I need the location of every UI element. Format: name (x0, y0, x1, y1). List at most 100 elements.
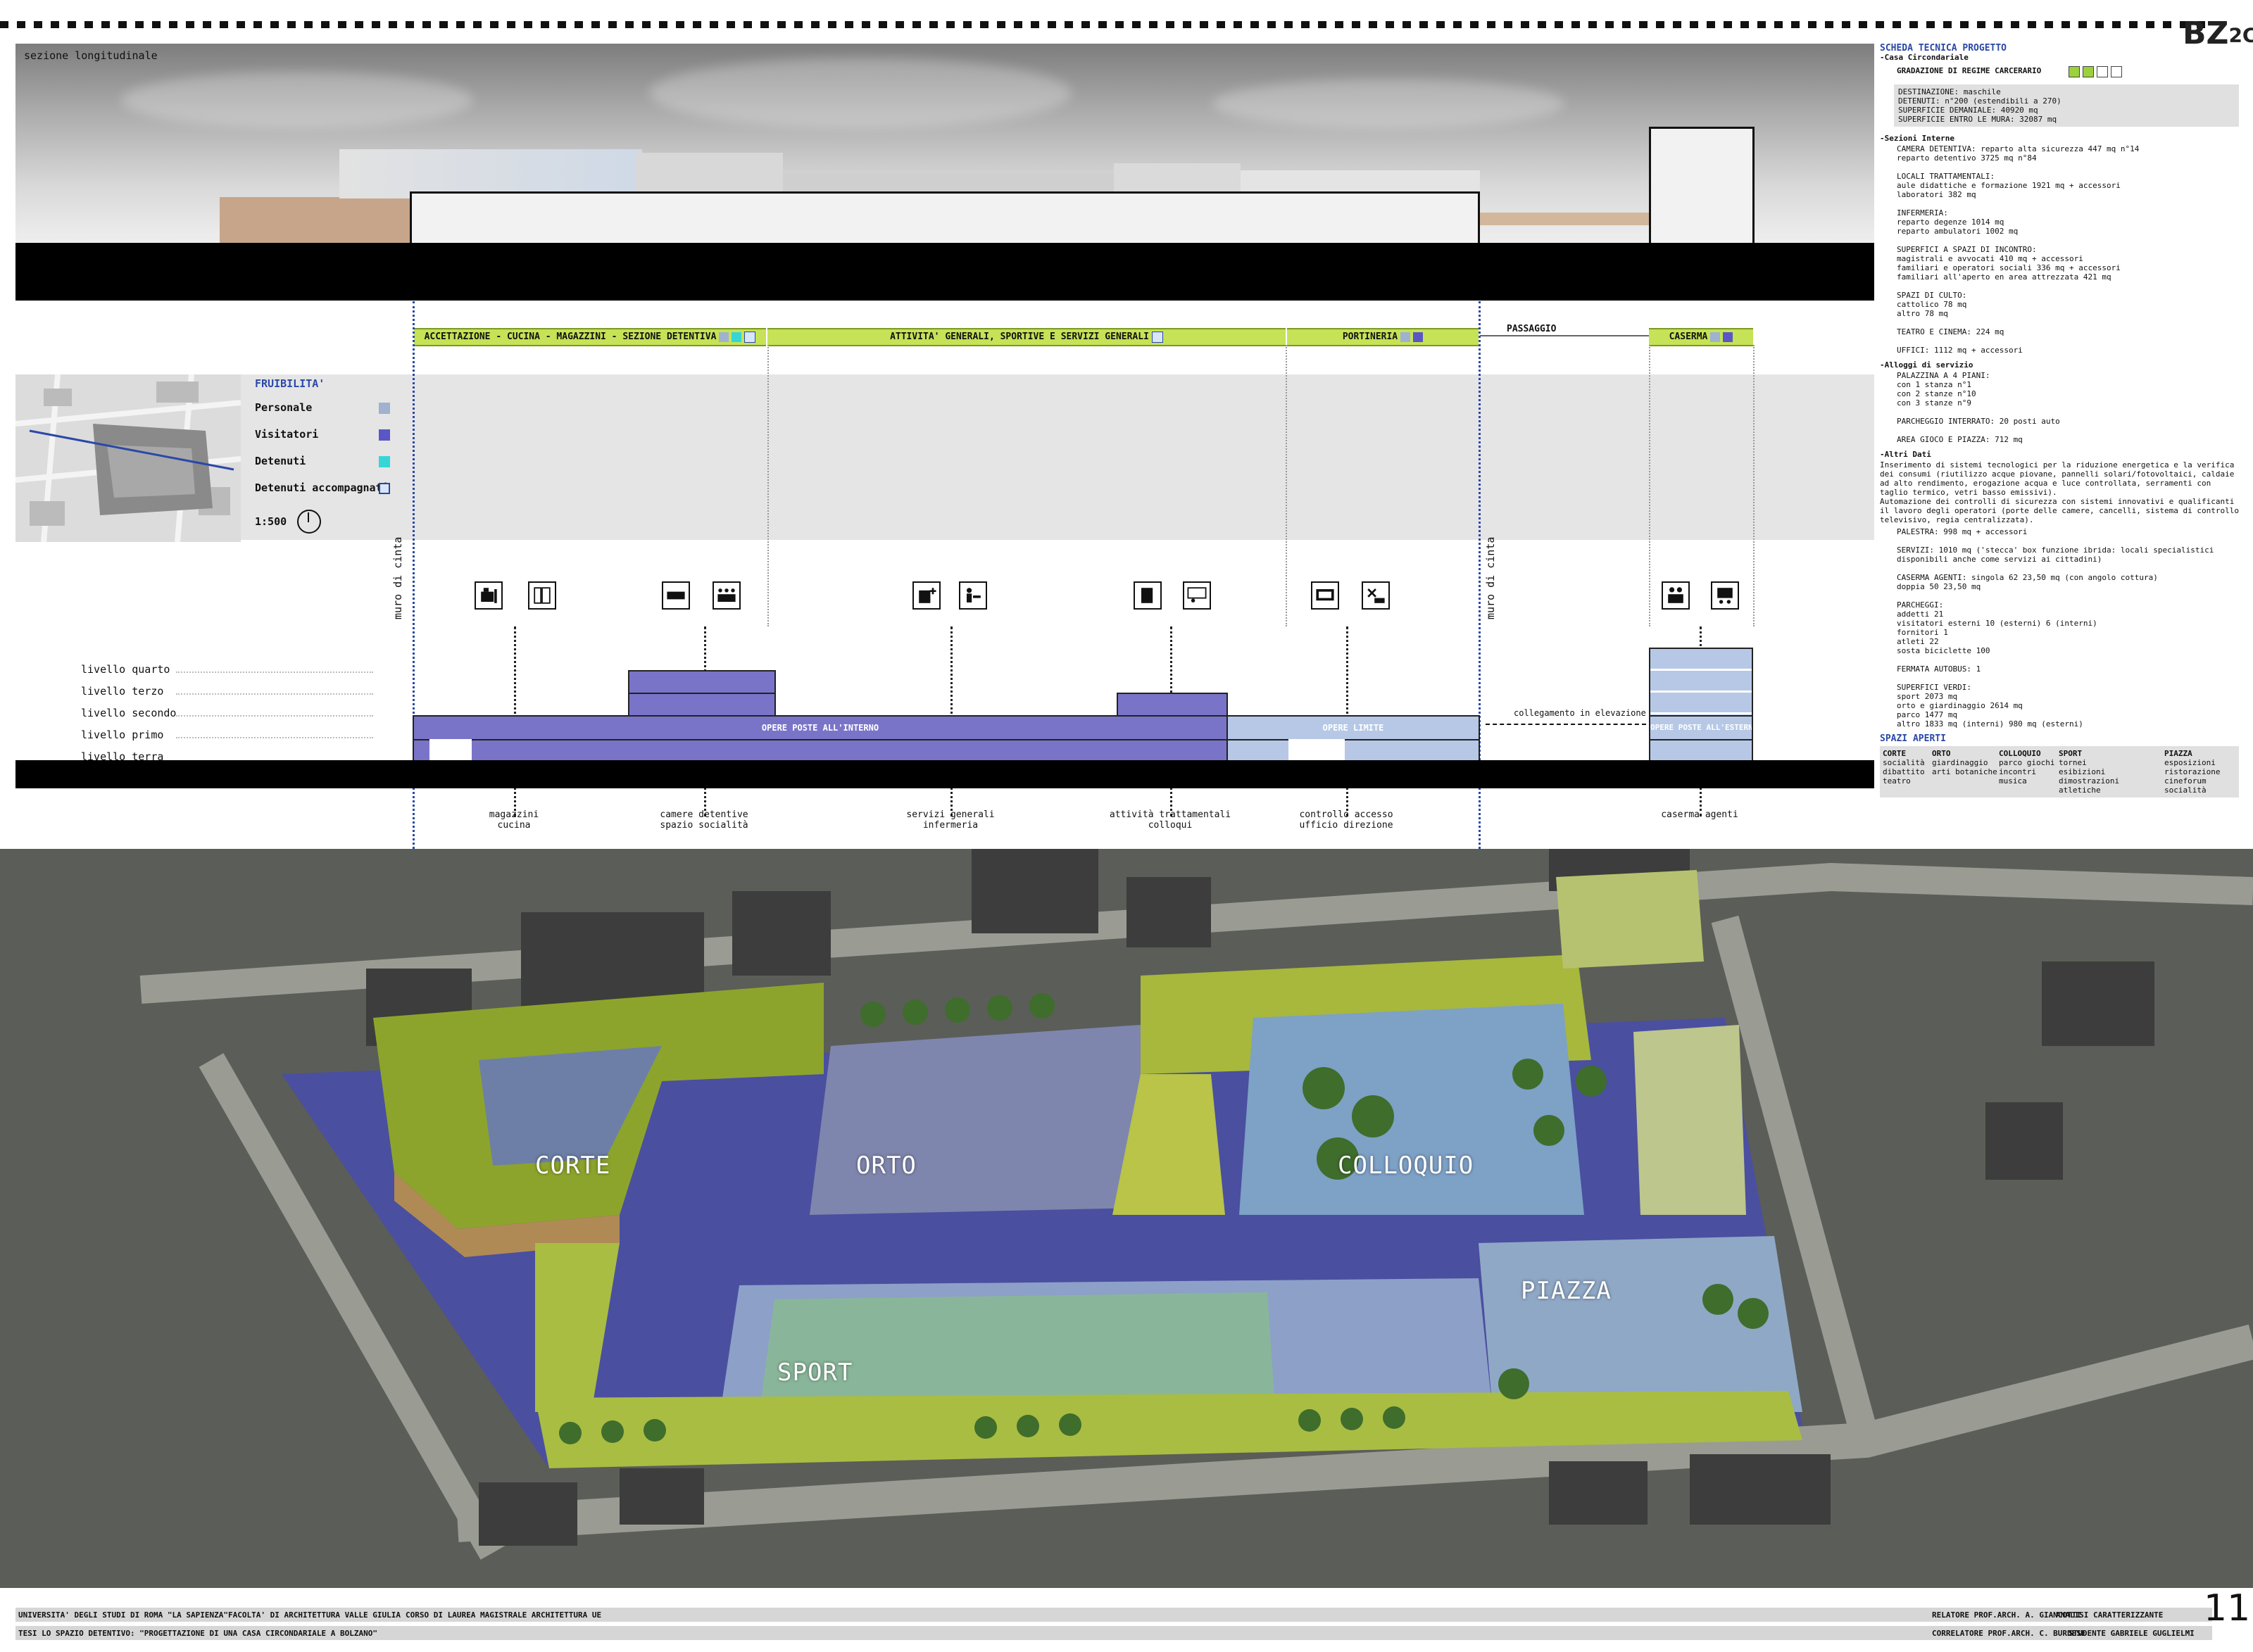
technical-sheet: SCHEDA TECNICA PROGETTO -Casa Circondari… (1880, 44, 2239, 832)
volume-bar-l4 (628, 670, 776, 694)
bar-limit: OPERE LIMITE (1226, 715, 1480, 740)
program-segment-reception: ACCETTAZIONE - CUCINA - MAGAZZINI - SEZI… (414, 328, 766, 346)
services-icon (959, 581, 987, 610)
agents-icon (1662, 581, 1690, 610)
cell-icon (662, 581, 690, 610)
volume-bar-barracks (1649, 648, 1753, 717)
altri-head: -Altri Dati (1880, 450, 1931, 459)
legend-title: FRUIBILITA' (255, 377, 325, 390)
function-label-control: controllo accesso ufficio direzione (1299, 809, 1393, 831)
legend-swatch-detenuti (379, 456, 390, 467)
function-label-treatment: attività trattamentali colloqui (1109, 809, 1231, 831)
footer-university: UNIVERSITA' DEGLI STUDI DI ROMA "LA SAPI… (18, 1610, 229, 1620)
level-line (176, 715, 373, 717)
program-segment-caserma: CASERMA (1649, 328, 1753, 346)
gap-block (1288, 739, 1345, 762)
volume-bar-ground-external (1649, 739, 1753, 762)
storage-icon (528, 581, 556, 610)
connector-label: collegamento in elevazione (1514, 708, 1646, 718)
divider-line (767, 345, 769, 626)
function-label-storage: magazzini cucina (489, 809, 539, 831)
legend-label-visitatori: Visitatori (255, 428, 319, 441)
level-label-primo: livello primo (81, 729, 164, 741)
gradazione-scale (2066, 66, 2122, 77)
legend-label-detenuti: Detenuti (255, 455, 306, 467)
legend-swatch-personale (379, 403, 390, 414)
level-label-terzo: livello terzo (81, 685, 164, 698)
connector-arrow (1486, 724, 1646, 725)
bar-internal: OPERE POSTE ALL'INTERNO (413, 715, 1228, 740)
zone-label-corte: CORTE (535, 1152, 611, 1180)
legend-label-personale: Personale (255, 401, 313, 414)
level-label-quarto: livello quarto (81, 663, 170, 676)
spazi-col: COLLOQUIO parco giochi incontri musica (1999, 749, 2055, 786)
volume-bar-l3 (628, 693, 776, 717)
spazi-table: CORTE socialità dibattito teatro ORTO giar… (1880, 746, 2239, 797)
key-map (15, 374, 241, 542)
volume-bar-ground (413, 739, 1228, 762)
destinazione-box: DESTINAZIONE: maschile DETENUTI: n°200 (… (1894, 84, 2239, 127)
volume-bar-l3b (1117, 693, 1228, 717)
program-segment-general: ATTIVITA' GENERALI, SPORTIVE E SERVIZI G… (767, 328, 1286, 346)
top-dashed-border (0, 21, 2211, 28)
ground-line (15, 760, 1874, 788)
socializing-icon (713, 581, 741, 610)
footer-student: STUDENTE GABRIELE GUGLIELMI (2069, 1629, 2195, 1638)
level-label-secondo: livello secondo (81, 707, 177, 719)
level-line (176, 737, 373, 738)
footer-thesis: TESI LO SPAZIO DETENTIVO: "PROGETTAZIONE… (18, 1629, 377, 1638)
function-label-barracks: caserma agenti (1661, 809, 1738, 820)
spazi-col: CORTE socialità dibattito teatro (1883, 749, 1925, 786)
function-label-services: servizi generali infermeria (906, 809, 995, 831)
aerial-view: CORTE ORTO COLLOQUIO PIAZZA SPORT (0, 849, 2253, 1588)
scale-label: 1:500 (255, 515, 287, 528)
zone-label-sport: SPORT (777, 1358, 853, 1387)
divider-line (1753, 345, 1755, 626)
meeting-icon (1183, 581, 1211, 610)
footer-faculty: FACOLTA' DI ARCHITETTURA VALLE GIULIA (228, 1610, 401, 1620)
alloggi-head: -Alloggi di servizio (1880, 360, 1973, 370)
spazi-col: ORTO giardinaggio arti botaniche (1932, 749, 1997, 776)
passaggio-line (1480, 335, 1649, 336)
wall-label-right: muro di cinta (1484, 536, 1497, 619)
altri-text: Inserimento di sistemi tecnologici per l… (1880, 460, 2239, 524)
barracks-icon (1711, 581, 1739, 610)
altri2-text: PALESTRA: 998 mq + accessori SERVIZI: 10… (1897, 527, 2214, 729)
footer-course: CORSO DI LAUREA MAGISTRALE ARCHITETTURA … (406, 1610, 602, 1620)
section-title: sezione longitudinale (24, 49, 158, 62)
page-number: 11 (2204, 1587, 2251, 1629)
north-arrow-icon (297, 510, 321, 534)
zone-label-orto: ORTO (856, 1152, 917, 1180)
wall-label-left: muro di cinta (391, 536, 404, 619)
zone-label-colloquio: COLLOQUIO (1338, 1152, 1474, 1180)
level-line (176, 693, 373, 695)
control-icon (1311, 581, 1339, 610)
longitudinal-section-image (15, 44, 1874, 301)
volume-bar-ground-limit (1226, 739, 1480, 762)
spazi-col: PIAZZA esposizioni ristorazione cineforum… (2164, 749, 2221, 795)
gradazione-label: GRADAZIONE DI REGIME CARCERARIO (1897, 66, 2042, 75)
panel-casa: -Casa Circondariale (1880, 53, 1969, 62)
function-label-cells: camere detentive spazio socialità (660, 809, 748, 831)
gap-block (429, 739, 472, 762)
level-line (176, 671, 373, 673)
program-segment-portineria: PORTINERIA (1287, 328, 1479, 346)
zone-label-piazza: PIAZZA (1521, 1277, 1612, 1305)
footer-analisi: ANALISI CARATTERIZZANTE (2056, 1610, 2164, 1620)
legend-swatch-visitatori (379, 429, 390, 441)
spazi-col: SPORT tornei esibizioni dimostrazioni atl… (2059, 749, 2120, 795)
kitchen-icon (475, 581, 503, 610)
panel-title: SCHEDA TECNICA PROGETTO (1880, 43, 2007, 53)
spazi-title: SPAZI APERTI (1880, 733, 1946, 744)
sezioni-text: CAMERA DETENTIVA: reparto alta sicurezza… (1897, 144, 2140, 355)
divider-line (1649, 345, 1650, 626)
office-icon (1362, 581, 1390, 610)
bar-external: OPERE POSTE ALL'ESTERNO (1649, 715, 1753, 740)
legend-label-accompagnati: Detenuti accompagnati (255, 481, 389, 494)
footer-correlatore: CORRELATORE PROF.ARCH. C. BURDESE (1932, 1629, 2086, 1638)
alloggi-text: PALAZZINA A 4 PIANI: con 1 stanza n°1 co… (1897, 371, 2060, 444)
divider-line (1286, 345, 1287, 626)
gradazione-row: GRADAZIONE DI REGIME CARCERARIO (1897, 66, 2239, 82)
legend-swatch-accompagnati (379, 483, 390, 494)
infirmary-icon (912, 581, 941, 610)
